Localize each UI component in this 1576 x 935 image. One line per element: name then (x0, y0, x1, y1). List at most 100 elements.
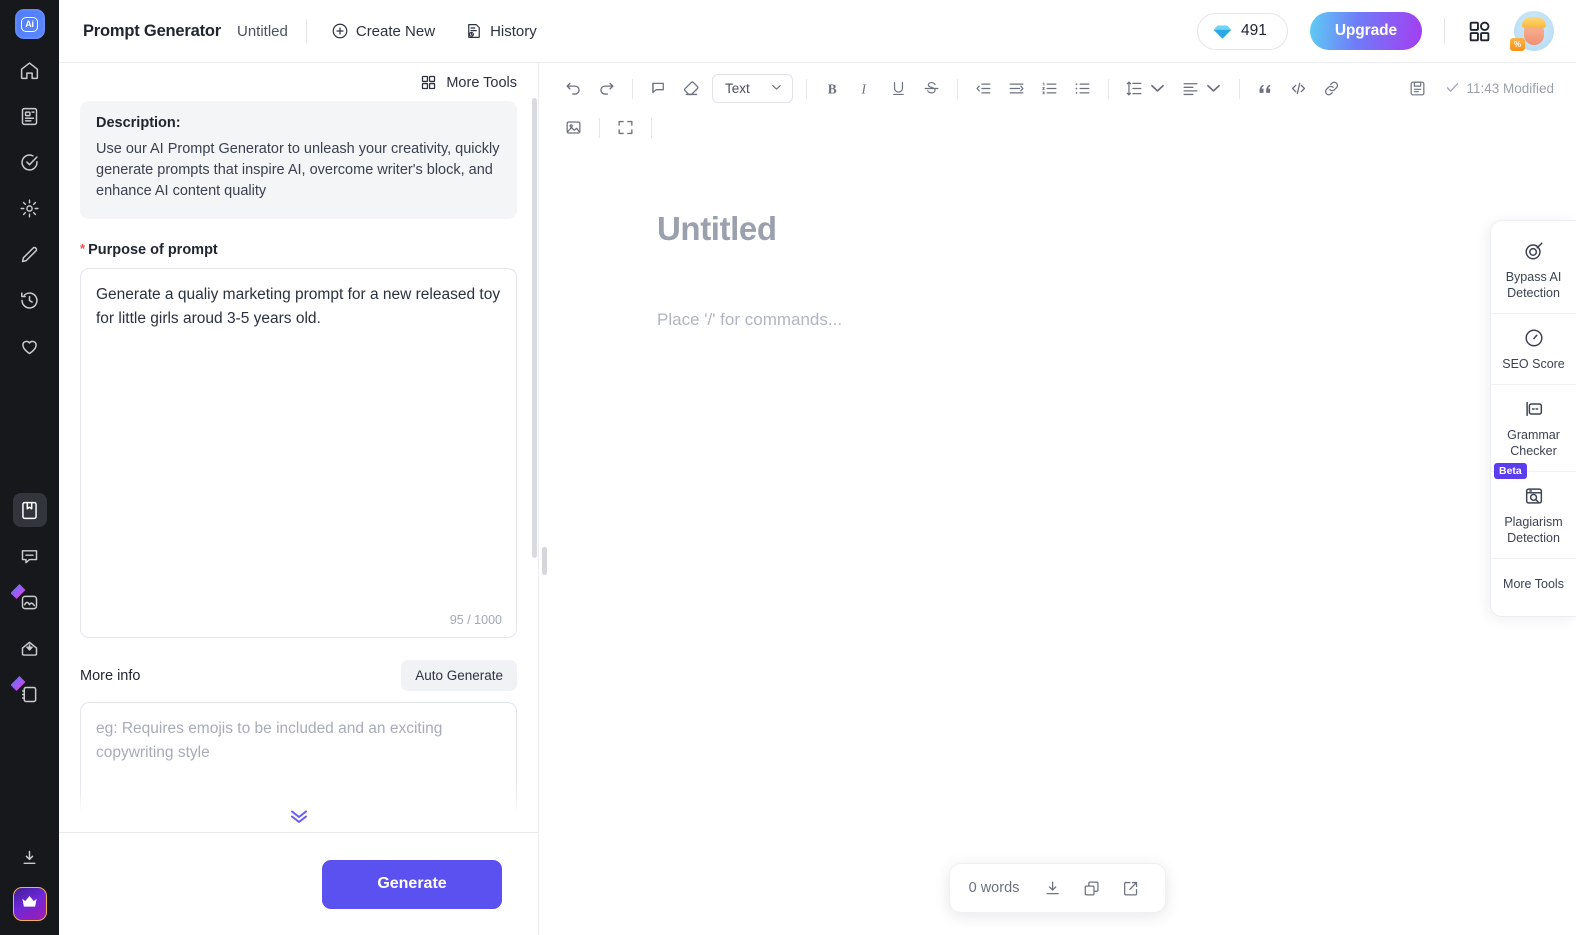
dock-label: Bypass AI Detection (1505, 270, 1562, 300)
eraser-icon (682, 79, 701, 98)
tool-form-panel: More Tools Description: Use our AI Promp… (59, 63, 539, 935)
copy-icon (1082, 879, 1101, 898)
dock-label: Grammar Checker (1507, 428, 1560, 458)
comment-button[interactable] (642, 73, 675, 104)
open-external-button[interactable] (1115, 873, 1146, 904)
description-text: Use our AI Prompt Generator to unleash y… (96, 141, 500, 199)
align-button[interactable] (1174, 73, 1230, 104)
history-button[interactable]: History (459, 16, 543, 46)
plus-circle-icon (331, 22, 349, 40)
gear-icon (19, 198, 40, 219)
quote-icon (1256, 79, 1275, 98)
save-disk-icon (1408, 79, 1427, 98)
dock-item-seo-score[interactable]: SEO Score (1491, 313, 1576, 384)
purpose-input[interactable]: Generate a qualiy marketing prompt for a… (80, 268, 517, 638)
quote-button[interactable] (1249, 73, 1282, 104)
insert-image-button[interactable] (557, 112, 590, 143)
toolbar-separator-3 (956, 78, 958, 99)
dock-item-more-tools[interactable]: More Tools (1491, 558, 1576, 606)
sidebar-item-history[interactable] (13, 283, 47, 317)
outdent-icon (974, 79, 993, 98)
outdent-button[interactable] (967, 73, 1000, 104)
avatar[interactable]: % (1510, 11, 1554, 51)
ordered-list-button[interactable] (1033, 73, 1066, 104)
sidebar-item-chat[interactable] (13, 539, 47, 573)
text-style-select[interactable]: Text (712, 74, 793, 103)
strikethrough-button[interactable] (915, 73, 948, 104)
more-info-input[interactable]: eg: Requires emojis to be included and a… (80, 702, 517, 832)
sidebar-item-inbox[interactable] (13, 631, 47, 665)
document-title-input[interactable]: Untitled (657, 210, 1379, 248)
more-tools-button[interactable]: More Tools (420, 74, 517, 91)
copy-button[interactable] (1076, 873, 1107, 904)
sidebar-item-home[interactable] (13, 53, 47, 87)
main-column: Prompt Generator Untitled Create New His… (59, 0, 1576, 935)
apps-grid-button[interactable] (1467, 19, 1492, 44)
dock-label: SEO Score (1502, 357, 1565, 371)
credits-count: 491 (1240, 22, 1267, 39)
topbar-right: 491 Upgrade % (1196, 11, 1554, 51)
document-surface[interactable]: Untitled Place '/' for commands... (539, 150, 1379, 330)
sidebar-item-notebook[interactable] (12, 493, 47, 527)
document-editor: Text B I 11:43 Modified Untitled Place '… (539, 63, 1576, 935)
app-logo[interactable]: Ai (14, 9, 45, 39)
dock-label: More Tools (1503, 577, 1564, 591)
indent-button[interactable] (1000, 73, 1033, 104)
grammar-icon (1523, 398, 1545, 420)
save-button[interactable] (1401, 73, 1434, 104)
toolbar-separator-2 (805, 78, 807, 99)
align-left-icon (1181, 79, 1200, 98)
dock-item-bypass-ai-detection[interactable]: Bypass AI Detection (1491, 227, 1576, 313)
left-rail: Ai (0, 0, 59, 935)
chat-icon (19, 546, 40, 567)
sidebar-item-ai-image[interactable] (10, 584, 47, 619)
undo-icon (564, 79, 583, 98)
italic-button[interactable]: I (849, 73, 882, 104)
auto-generate-button[interactable]: Auto Generate (401, 660, 517, 691)
svg-text:I: I (860, 81, 866, 96)
line-height-button[interactable] (1118, 73, 1174, 104)
premium-button[interactable] (12, 887, 47, 921)
dock-item-grammar-checker[interactable]: Grammar Checker (1491, 384, 1576, 471)
gem-icon (1213, 24, 1232, 39)
sidebar-item-documents[interactable] (13, 99, 47, 133)
sidebar-item-download[interactable] (13, 841, 47, 875)
document-name[interactable]: Untitled (237, 23, 288, 40)
svg-text:B: B (828, 81, 837, 96)
sidebar-item-favorites[interactable] (13, 329, 47, 363)
right-tool-dock: Bypass AI Detection SEO Score Grammar Ch… (1490, 220, 1576, 617)
upgrade-button[interactable]: Upgrade (1309, 12, 1422, 50)
sidebar-item-write[interactable] (13, 237, 47, 271)
fullscreen-button[interactable] (609, 112, 642, 143)
sidebar-item-tasks[interactable] (13, 145, 47, 179)
create-new-button[interactable]: Create New (325, 16, 441, 46)
panel-resize-handle[interactable] (542, 547, 547, 575)
generate-button[interactable]: Generate (322, 859, 502, 909)
undo-button[interactable] (557, 73, 590, 104)
toolbar-separator-7 (651, 117, 652, 138)
fullscreen-icon (616, 118, 635, 137)
bullet-list-button[interactable] (1066, 73, 1099, 104)
pencil-icon (19, 244, 40, 265)
toolbar-separator (632, 78, 633, 99)
beta-badge: Beta (1494, 463, 1527, 479)
link-button[interactable] (1315, 73, 1348, 104)
topbar-divider (305, 19, 307, 43)
editor-save-status: 11:43 Modified (1401, 73, 1558, 104)
dock-item-plagiarism-detection[interactable]: Beta Plagiarism Detection (1491, 463, 1576, 558)
panel-scrollbar[interactable] (532, 98, 537, 558)
bypass-ai-icon (1523, 240, 1545, 262)
clock-history-icon (19, 290, 40, 311)
underline-button[interactable] (882, 73, 915, 104)
code-button[interactable] (1282, 73, 1315, 104)
document-content-placeholder[interactable]: Place '/' for commands... (657, 310, 1379, 330)
more-tools-row: More Tools (80, 63, 517, 101)
sidebar-item-settings[interactable] (13, 191, 47, 225)
sidebar-item-ai-notes[interactable] (10, 676, 47, 711)
bold-button[interactable]: B (816, 73, 849, 104)
clear-format-button[interactable] (675, 73, 708, 104)
editor-toolbar-row-2 (557, 111, 1558, 144)
download-button[interactable] (1037, 873, 1068, 904)
credits-pill[interactable]: 491 (1196, 12, 1288, 50)
redo-button[interactable] (590, 73, 623, 104)
